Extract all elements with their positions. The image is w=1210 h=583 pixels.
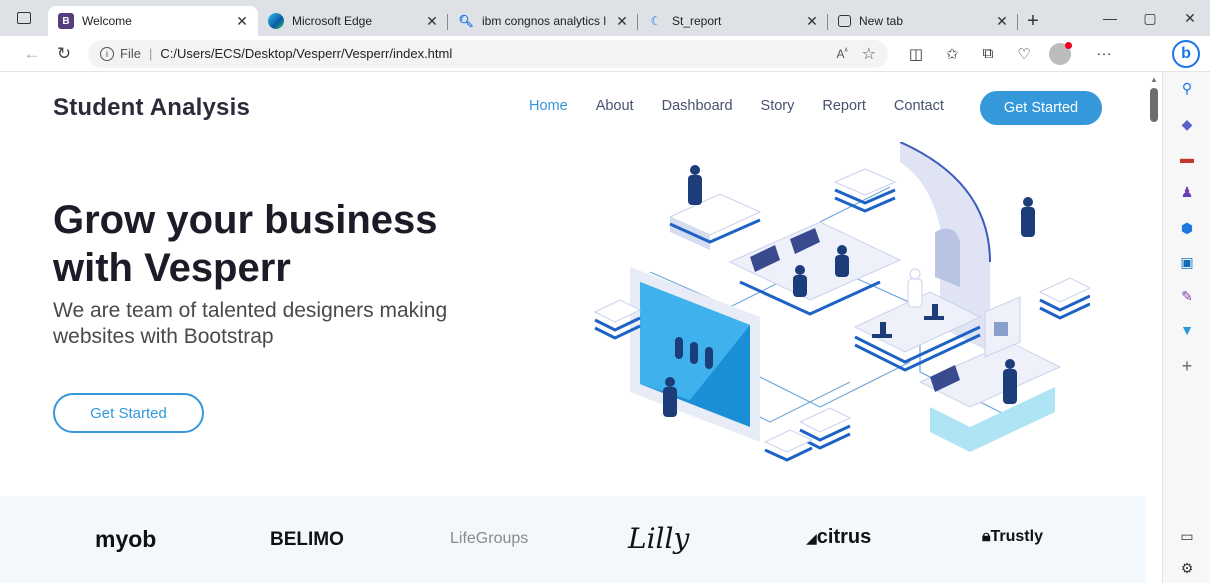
back-button[interactable]: ← [16, 38, 48, 70]
collections-icon[interactable]: ⧉ [970, 45, 1006, 62]
drop-icon[interactable]: ▼ [1177, 320, 1197, 340]
tab-actions-button[interactable] [0, 0, 48, 36]
close-tab-icon[interactable]: ✕ [994, 13, 1010, 30]
close-tab-icon[interactable]: ✕ [424, 13, 440, 30]
designer-icon[interactable]: ✎ [1177, 286, 1197, 306]
nav-story[interactable]: Story [761, 98, 795, 114]
site-brand[interactable]: Student Analysis [53, 94, 250, 122]
sidebar-settings-icon[interactable]: ⚙ [1177, 558, 1197, 578]
browser-toolbar: ← ↻ i File | C:/Users/ECS/Desktop/Vesper… [0, 36, 1210, 72]
nav-home[interactable]: Home [529, 98, 568, 114]
lock-icon: 🔒︎ [982, 528, 991, 545]
favorites-icon[interactable]: ✩ [934, 45, 970, 63]
client-logo-trustly-text: Trustly [990, 528, 1043, 545]
search-favicon-icon: 🔍︎ [458, 14, 474, 28]
citrus-mark-icon: ◢ [806, 530, 817, 546]
microsoft-365-icon[interactable]: ⬢ [1177, 218, 1197, 238]
client-logo-citrus-text: citrus [816, 526, 872, 548]
address-bar[interactable]: i File | C:/Users/ECS/Desktop/Vesperr/Ve… [88, 39, 888, 68]
clients-strip: myob BELIMO LifeGroups Lilly ◢citrus 🔒︎T… [0, 496, 1146, 583]
client-logo-lifegroups: LifeGroups [450, 530, 529, 547]
address-url[interactable]: C:/Users/ECS/Desktop/Vesperr/Vesperr/ind… [160, 46, 452, 61]
refresh-button[interactable]: ↻ [48, 38, 80, 70]
copilot-icon[interactable]: b [1172, 40, 1200, 68]
read-aloud-icon[interactable]: Aᴬ [836, 47, 847, 61]
address-divider: | [148, 46, 153, 61]
loading-favicon-icon: ☾ [650, 14, 662, 28]
tab-title: New tab [859, 14, 904, 28]
window-controls: — ▢ ✕ [1090, 0, 1210, 36]
bootstrap-favicon-icon: B [58, 13, 74, 29]
tab-strip: B Welcome ✕ Microsoft Edge ✕ 🔍︎ ibm cong… [0, 0, 1210, 36]
games-icon[interactable]: ♟ [1177, 182, 1197, 202]
tab-ibm-cognos[interactable]: 🔍︎ ibm congnos analytics log ✕ [448, 6, 638, 36]
shopping-tag-icon[interactable]: ◆ [1177, 114, 1197, 134]
nav-contact[interactable]: Contact [894, 98, 944, 114]
nav-report[interactable]: Report [822, 98, 866, 114]
favorite-star-icon[interactable]: ☆ [862, 44, 876, 64]
scrollbar-thumb[interactable] [1150, 88, 1158, 122]
client-logo-citrus: ◢citrus [806, 526, 871, 549]
tab-st-report[interactable]: ☾ St_report ✕ [638, 6, 828, 36]
tab-welcome[interactable]: B Welcome ✕ [48, 6, 258, 36]
client-logo-trustly: 🔒︎Trustly [982, 528, 1043, 546]
new-tab-button[interactable]: + [1018, 6, 1048, 36]
close-tab-icon[interactable]: ✕ [614, 13, 630, 30]
hero-get-started-button[interactable]: Get Started [53, 393, 204, 433]
nav-dashboard[interactable]: Dashboard [662, 98, 733, 114]
tab-title: Microsoft Edge [292, 14, 373, 28]
client-logo-myob: myob [95, 526, 157, 552]
page-viewport: Student Analysis Home About Dashboard St… [0, 72, 1146, 583]
tab-title: St_report [672, 14, 722, 28]
nav-about[interactable]: About [596, 98, 634, 114]
add-sidebar-app-icon[interactable]: + [1177, 356, 1197, 376]
new-tab-favicon-icon [838, 15, 851, 27]
tab-new-tab[interactable]: New tab ✕ [828, 6, 1018, 36]
site-nav: Home About Dashboard Story Report Contac… [529, 98, 972, 114]
profile-avatar[interactable] [1049, 41, 1072, 65]
tab-title: Welcome [82, 14, 132, 28]
close-tab-icon[interactable]: ✕ [234, 13, 250, 30]
client-logo-lilly: Lilly [628, 522, 690, 555]
split-screen-icon[interactable]: ◫ [898, 45, 934, 63]
toolbar-icons: ◫ ✩ ⧉ ♡ ··· [898, 41, 1122, 65]
browser-window: B Welcome ✕ Microsoft Edge ✕ 🔍︎ ibm cong… [0, 0, 1210, 583]
restore-icon[interactable]: ▢ [1130, 0, 1170, 36]
browser-essentials-icon[interactable]: ♡ [1006, 45, 1042, 63]
minimize-icon[interactable]: — [1090, 0, 1130, 36]
tab-separator [1017, 14, 1018, 30]
nav-get-started-button[interactable]: Get Started [980, 91, 1102, 125]
info-icon[interactable]: i [100, 46, 114, 61]
close-window-icon[interactable]: ✕ [1170, 0, 1210, 36]
hero-illustration [593, 142, 1090, 462]
more-menu-icon[interactable]: ··· [1086, 45, 1122, 62]
search-icon[interactable]: ⚲ [1177, 78, 1197, 98]
close-tab-icon[interactable]: ✕ [804, 13, 820, 30]
tab-actions-icon [17, 12, 31, 24]
edge-sidebar: ⚲ ◆ ▬ ♟ ⬢ ▣ ✎ ▼ + ▭ ⚙ [1162, 72, 1210, 583]
hero-subtitle: We are team of talented designers making… [53, 299, 448, 349]
edge-favicon-icon [268, 13, 284, 29]
hide-sidebar-icon[interactable]: ▭ [1177, 526, 1197, 546]
tools-briefcase-icon[interactable]: ▬ [1177, 148, 1197, 168]
page-scrollbar[interactable]: ▲ [1146, 72, 1162, 583]
tab-title: ibm congnos analytics log [482, 14, 606, 28]
tab-microsoft-edge[interactable]: Microsoft Edge ✕ [258, 6, 448, 36]
hero-title: Grow your business with Vesperr [53, 198, 438, 290]
scroll-up-icon[interactable]: ▲ [1150, 75, 1158, 84]
address-prefix: File [120, 46, 141, 61]
outlook-icon[interactable]: ▣ [1177, 252, 1197, 272]
client-logo-belimo: BELIMO [270, 529, 344, 550]
